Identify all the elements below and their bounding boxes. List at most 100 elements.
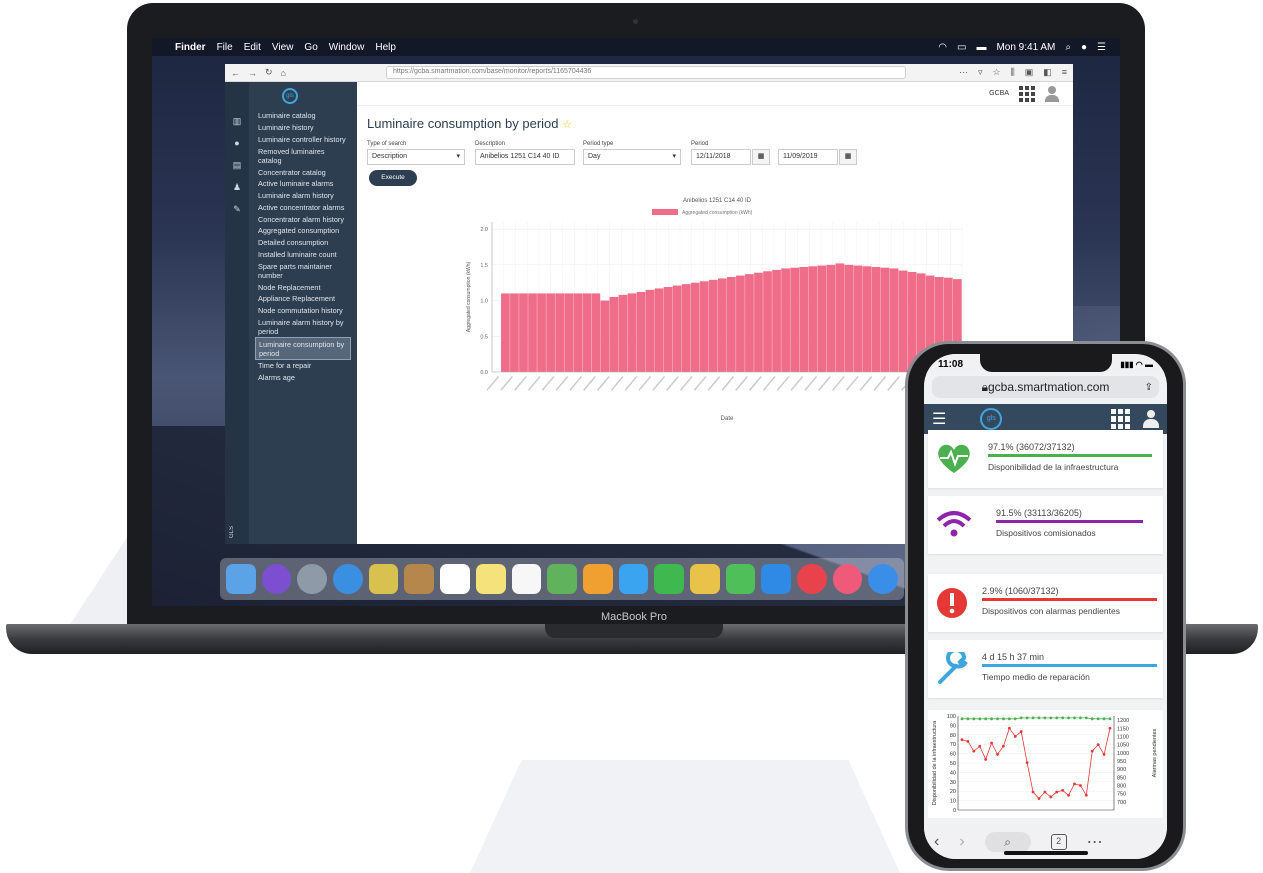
extension-icon[interactable]: ◧ bbox=[1043, 67, 1052, 78]
sidebar-menu-item[interactable]: Node commutation history bbox=[255, 305, 351, 317]
execute-button[interactable]: Execute bbox=[369, 170, 417, 186]
facetime-icon[interactable] bbox=[654, 564, 684, 594]
kpi-label: Tiempo medio de reparación bbox=[982, 672, 1090, 682]
safari-icon[interactable] bbox=[333, 564, 363, 594]
contacts-icon[interactable] bbox=[404, 564, 435, 594]
hamburger-menu-icon[interactable]: ☰ bbox=[932, 409, 946, 429]
sidebar-menu-item[interactable]: Active concentrator alarms bbox=[255, 201, 351, 213]
more-icon[interactable]: ⋯ bbox=[959, 67, 968, 78]
user-admin-icon[interactable]: ♟ bbox=[232, 182, 242, 192]
phone-address-bar[interactable]: 🔒︎ gcba.smartmation.com ⇪ bbox=[932, 376, 1159, 398]
menu-view[interactable]: View bbox=[272, 42, 294, 53]
report-icon[interactable]: ▤ bbox=[232, 160, 242, 170]
app-logo[interactable]: gls bbox=[980, 408, 1003, 430]
clock[interactable]: Mon 9:41 AM bbox=[996, 42, 1055, 53]
sidebar-menu-item[interactable]: Concentrator alarm history bbox=[255, 213, 351, 225]
apps-grid-icon[interactable] bbox=[1111, 409, 1131, 429]
library-icon[interactable]: ⫼ bbox=[1011, 67, 1015, 78]
wrench-icon[interactable]: ✎ bbox=[232, 204, 242, 214]
battery-icon[interactable]: ▬ bbox=[976, 42, 986, 53]
pocket-icon[interactable]: ▿ bbox=[978, 67, 983, 78]
bookmark-star-icon[interactable]: ☆ bbox=[992, 67, 1000, 78]
spotlight-icon[interactable]: ⌕ bbox=[1065, 42, 1071, 53]
calendar-icon[interactable]: ▦ bbox=[752, 149, 770, 165]
kpi-card[interactable]: 4 d 15 h 37 min Tiempo medio de reparació… bbox=[928, 640, 1163, 698]
music-icon[interactable] bbox=[832, 564, 863, 594]
sidebar-menu-item[interactable]: Concentrator catalog bbox=[255, 166, 351, 178]
menu-file[interactable]: File bbox=[217, 42, 233, 53]
chart-icon[interactable]: ▥ bbox=[232, 116, 242, 126]
apps-grid-icon[interactable] bbox=[1019, 85, 1035, 102]
airplay-icon[interactable]: ▭ bbox=[957, 42, 966, 53]
reminders-icon[interactable] bbox=[511, 564, 542, 594]
launchpad-icon[interactable] bbox=[297, 564, 328, 594]
menu-window[interactable]: Window bbox=[329, 42, 365, 53]
description-input[interactable]: Anibelios 1251 C14 40 ID bbox=[475, 149, 575, 165]
kpi-card[interactable]: 97.1% (36072/37132) Disponibilidad de la … bbox=[928, 430, 1163, 488]
sidebar-menu-item[interactable]: Alarms age bbox=[255, 372, 351, 384]
sidebar-menu-item[interactable]: Luminaire alarm history bbox=[255, 190, 351, 202]
user-icon[interactable] bbox=[1045, 85, 1059, 102]
forward-icon[interactable]: → bbox=[248, 68, 257, 78]
finder-icon[interactable] bbox=[226, 564, 256, 594]
address-bar[interactable]: https://gcba.smartmation.com/base/monito… bbox=[385, 66, 906, 79]
more-icon[interactable]: ⋯ bbox=[1087, 832, 1103, 852]
maps-icon[interactable] bbox=[547, 564, 577, 594]
search-icon[interactable]: ⌕ bbox=[984, 831, 1031, 852]
sidebar-menu-item[interactable]: Luminaire history bbox=[255, 122, 351, 134]
tabs-button[interactable]: 2 bbox=[1050, 833, 1067, 850]
favorite-star-icon[interactable]: ☆ bbox=[562, 119, 572, 131]
menu-help[interactable]: Help bbox=[375, 42, 396, 53]
numbers-icon[interactable] bbox=[725, 564, 756, 594]
sidebar-menu-item[interactable]: Installed luminaire count bbox=[255, 249, 351, 261]
date-from-input[interactable]: 12/11/2018 bbox=[691, 149, 751, 165]
photos-icon[interactable] bbox=[582, 564, 613, 594]
share-icon[interactable]: ⇪ bbox=[1145, 382, 1153, 393]
keynote-icon[interactable] bbox=[761, 564, 791, 594]
sidebar-menu-item[interactable]: Luminaire controller history bbox=[255, 134, 351, 146]
app-store-icon[interactable] bbox=[868, 564, 899, 594]
sidebar-icon[interactable]: ▣ bbox=[1025, 67, 1034, 78]
user-icon[interactable] bbox=[1143, 410, 1159, 428]
calendar-icon[interactable] bbox=[440, 564, 470, 594]
kpi-card[interactable]: 91.5% (33113/36205) Dispositivos comision… bbox=[928, 496, 1163, 554]
bar bbox=[618, 294, 628, 372]
sidebar-menu-item[interactable]: Active luminaire alarms bbox=[255, 178, 351, 190]
sidebar-menu-item[interactable]: Removed luminaires catalog bbox=[255, 145, 351, 166]
globe-icon[interactable]: ● bbox=[232, 138, 242, 148]
sidebar-menu-item[interactable]: Luminaire consumption by period bbox=[255, 337, 351, 361]
news-icon[interactable] bbox=[797, 564, 827, 594]
sidebar-menu-item[interactable]: Appliance Replacement bbox=[255, 293, 351, 305]
calendar-icon[interactable]: ▦ bbox=[839, 149, 857, 165]
back-icon[interactable]: ← bbox=[231, 68, 240, 78]
period-type-select[interactable]: Day bbox=[583, 149, 681, 165]
sidebar-menu-item[interactable]: Luminaire catalog bbox=[255, 110, 351, 122]
sidebar-menu-item[interactable]: Detailed consumption bbox=[255, 237, 351, 249]
sidebar-menu-item[interactable]: Aggregated consumption bbox=[255, 225, 351, 237]
sidebar-menu-item[interactable]: Luminaire alarm history by period bbox=[255, 317, 351, 338]
messages-icon[interactable] bbox=[618, 564, 649, 594]
mail-icon[interactable] bbox=[368, 564, 399, 594]
menu-edit[interactable]: Edit bbox=[244, 42, 261, 53]
notification-center-icon[interactable]: ☰ bbox=[1097, 42, 1106, 53]
type-select[interactable]: Description bbox=[367, 149, 465, 165]
sidebar-menu-item[interactable]: Time for a repair bbox=[255, 360, 351, 372]
sidebar-menu-item[interactable]: Spare parts maintainer number bbox=[255, 260, 351, 281]
kpi-card[interactable]: 2.9% (1060/37132) Dispositivos con alarma… bbox=[928, 574, 1163, 632]
menu-app-name[interactable]: Finder bbox=[175, 42, 206, 53]
sidebar-menu-item[interactable]: Node Replacement bbox=[255, 281, 351, 293]
notes-icon[interactable] bbox=[475, 564, 506, 594]
hamburger-menu-icon[interactable]: ≡ bbox=[1062, 67, 1067, 78]
siri-icon[interactable] bbox=[261, 564, 292, 594]
date-to-input[interactable]: 11/09/2019 bbox=[778, 149, 838, 165]
menu-go[interactable]: Go bbox=[304, 42, 317, 53]
data-point bbox=[1061, 788, 1065, 792]
wifi-status-icon[interactable]: ◠ bbox=[938, 42, 947, 53]
reload-icon[interactable]: ↻ bbox=[265, 67, 273, 78]
app-logo[interactable]: gls bbox=[282, 88, 298, 104]
forward-icon[interactable]: › bbox=[959, 833, 964, 851]
home-icon[interactable]: ⌂ bbox=[281, 68, 286, 78]
back-icon[interactable]: ‹ bbox=[934, 833, 939, 851]
siri-icon[interactable]: ● bbox=[1081, 42, 1087, 53]
pages-icon[interactable] bbox=[689, 564, 720, 594]
